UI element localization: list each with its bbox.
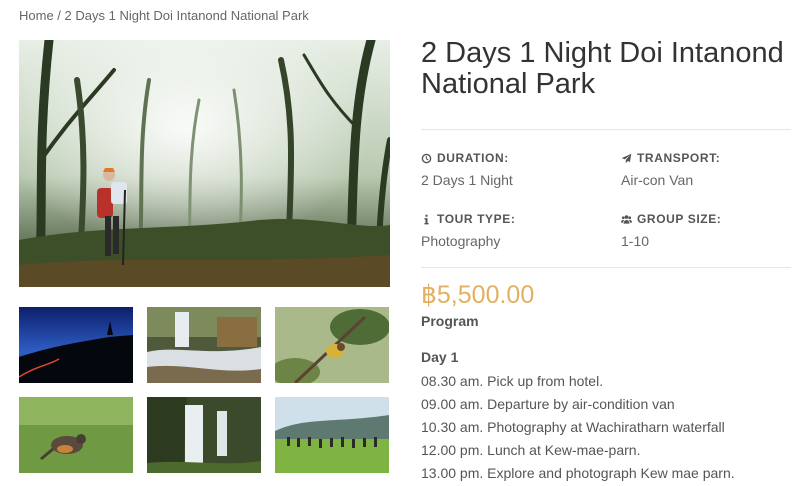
tour-title: 2 Days 1 Night Doi Intanond National Par… (421, 37, 784, 100)
schedule-item: 10.30 am. Photography at Wachiratharn wa… (421, 419, 725, 435)
schedule-item: 08.30 am. Pick up from hotel. (421, 373, 604, 389)
breadcrumb-current: 2 Days 1 Night Doi Intanond National Par… (64, 8, 309, 23)
transport-value: Air-con Van (621, 172, 694, 188)
divider (421, 129, 791, 130)
transport-label: TRANSPORT: (637, 151, 721, 165)
group-size-value: 1-10 (621, 233, 650, 249)
gallery-thumbnail[interactable] (147, 307, 261, 383)
gallery-thumbnail[interactable] (275, 397, 389, 473)
paper-plane-icon (621, 153, 632, 163)
transport-info: TRANSPORT: Air-con Van (621, 150, 801, 188)
divider (421, 267, 791, 268)
breadcrumb: Home / 2 Days 1 Night Doi Intanond Natio… (19, 8, 309, 23)
duration-label: DURATION: (437, 151, 509, 165)
duration-value: 2 Days 1 Night (421, 172, 513, 188)
program-heading: Program (421, 313, 479, 329)
main-tour-photo[interactable] (19, 40, 390, 287)
day-title: Day 1 (421, 349, 459, 365)
breadcrumb-separator: / (53, 8, 65, 23)
tour-type-info: TOUR TYPE: Photography (421, 211, 601, 249)
tour-type-label: TOUR TYPE: (437, 212, 516, 226)
schedule-list: 08.30 am. Pick up from hotel. 09.00 am. … (421, 371, 735, 486)
info-icon (424, 214, 429, 224)
tour-price: ฿5,500.00 (421, 281, 535, 309)
breadcrumb-home-link[interactable]: Home (19, 8, 54, 23)
clock-icon (421, 153, 432, 163)
users-icon (621, 214, 632, 224)
gallery-thumbnail[interactable] (19, 397, 133, 473)
schedule-item: 12.00 pm. Lunch at Kew-mae-parn. (421, 442, 641, 458)
schedule-item: 13.00 pm. Explore and photograph Kew mae… (421, 465, 735, 481)
gallery-thumbnail[interactable] (19, 307, 133, 383)
gallery-thumbnail[interactable] (147, 397, 261, 473)
group-size-label: GROUP SIZE: (637, 212, 722, 226)
group-size-info: GROUP SIZE: 1-10 (621, 211, 801, 249)
duration-info: DURATION: 2 Days 1 Night (421, 150, 601, 188)
tour-type-value: Photography (421, 233, 501, 249)
gallery-thumbnail[interactable] (275, 307, 389, 383)
schedule-item: 09.00 am. Departure by air-condition van (421, 396, 675, 412)
